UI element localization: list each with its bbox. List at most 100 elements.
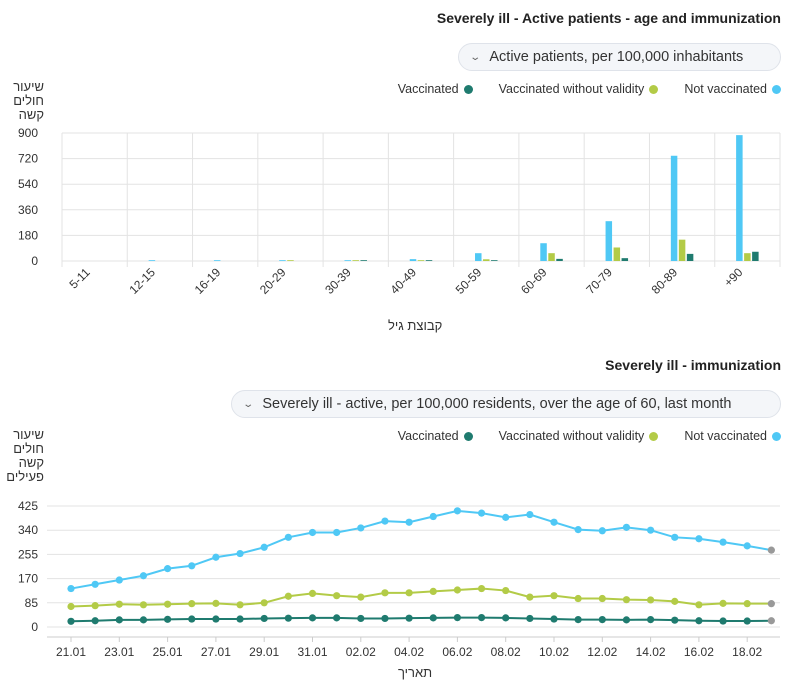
x-tick-label: 18.02: [732, 645, 762, 659]
data-point: [260, 614, 268, 623]
data-point: [91, 617, 99, 625]
data-point: [477, 509, 486, 517]
data-point: [357, 614, 365, 623]
data-point: [526, 510, 534, 519]
x-tick-label: 02.02: [346, 645, 376, 659]
data-point: [647, 526, 655, 534]
data-point: [308, 528, 317, 537]
data-point: [260, 599, 268, 607]
data-point: [284, 592, 292, 600]
data-point: [429, 512, 437, 521]
chart2-plot: 0 85 170 255 340 425 21.01 23.01 25.01 27.01 29.01…: [18, 499, 780, 659]
data-point: [67, 617, 75, 625]
data-point: [357, 524, 365, 532]
data-point: [357, 593, 365, 601]
data-point: [212, 599, 220, 607]
data-point: [139, 601, 148, 609]
data-point: [719, 538, 727, 546]
data-point: [743, 617, 751, 625]
data-point: [453, 507, 461, 515]
data-point: [308, 589, 317, 598]
data-point: [164, 600, 172, 608]
data-point: [671, 597, 679, 605]
data-point: [139, 616, 148, 624]
data-point: [429, 587, 437, 596]
x-tick-label: 14.02: [636, 645, 666, 659]
data-point: [622, 596, 631, 604]
x-tick-label: 10.02: [539, 645, 569, 659]
y-tick-label: 425: [18, 499, 38, 513]
y-tick-label: 85: [25, 596, 39, 610]
data-point: [574, 594, 582, 603]
data-point: [526, 614, 534, 623]
data-point: [695, 535, 703, 543]
data-point: [188, 615, 196, 623]
series-line: [70, 509, 772, 590]
data-point: [236, 601, 244, 609]
data-point: [284, 533, 292, 541]
data-point: [695, 617, 703, 625]
data-point: [405, 614, 413, 622]
data-point: [719, 617, 727, 625]
data-point: [574, 615, 582, 624]
data-point: [429, 614, 437, 622]
x-tick-label: 06.02: [442, 645, 472, 659]
x-tick-label: 04.02: [394, 645, 424, 659]
data-point: [453, 614, 461, 622]
data-point: [622, 616, 631, 624]
data-point: [695, 601, 703, 609]
data-point: [550, 615, 558, 623]
data-point: [647, 615, 655, 624]
data-point: [115, 600, 123, 608]
data-point: [188, 562, 196, 570]
data-point: [477, 584, 486, 593]
data-point: [164, 565, 172, 573]
data-point: [284, 614, 292, 622]
data-point: [67, 584, 75, 593]
data-point: [598, 527, 606, 535]
data-point: [333, 592, 341, 600]
x-tick-label: 16.02: [684, 645, 714, 659]
data-point: [381, 517, 389, 525]
data-point: [477, 614, 486, 622]
data-point: [574, 526, 582, 534]
data-point: [308, 614, 317, 622]
x-tick-label: 08.02: [491, 645, 521, 659]
data-point: [381, 614, 389, 623]
data-point: [115, 576, 123, 584]
data-point: [743, 542, 751, 550]
data-point: [236, 549, 244, 558]
data-point: [671, 533, 679, 541]
data-point: [139, 572, 148, 580]
data-point: [719, 599, 727, 607]
data-point: [767, 546, 775, 554]
data-point: [622, 523, 631, 531]
series-line: [70, 616, 772, 623]
data-point: [767, 617, 775, 625]
data-point: [526, 593, 534, 601]
data-point: [333, 528, 341, 537]
y-tick-label: 0: [31, 620, 38, 634]
y-tick-label: 255: [18, 547, 38, 561]
data-point: [743, 600, 751, 608]
y-tick-label: 340: [18, 523, 38, 537]
data-point: [502, 586, 510, 595]
data-point: [381, 589, 389, 597]
data-point: [671, 616, 679, 624]
data-point: [164, 615, 172, 623]
data-point: [550, 592, 558, 600]
data-point: [598, 594, 606, 603]
data-point: [115, 616, 123, 624]
data-point: [767, 600, 775, 608]
data-point: [67, 602, 75, 611]
data-point: [188, 600, 196, 608]
data-point: [405, 518, 413, 526]
data-point: [502, 614, 510, 622]
data-point: [405, 589, 413, 597]
data-point: [453, 586, 461, 594]
data-point: [212, 553, 220, 561]
data-point: [260, 543, 268, 551]
data-point: [598, 615, 606, 624]
x-tick-label: 21.01: [56, 645, 86, 659]
data-point: [91, 580, 99, 588]
